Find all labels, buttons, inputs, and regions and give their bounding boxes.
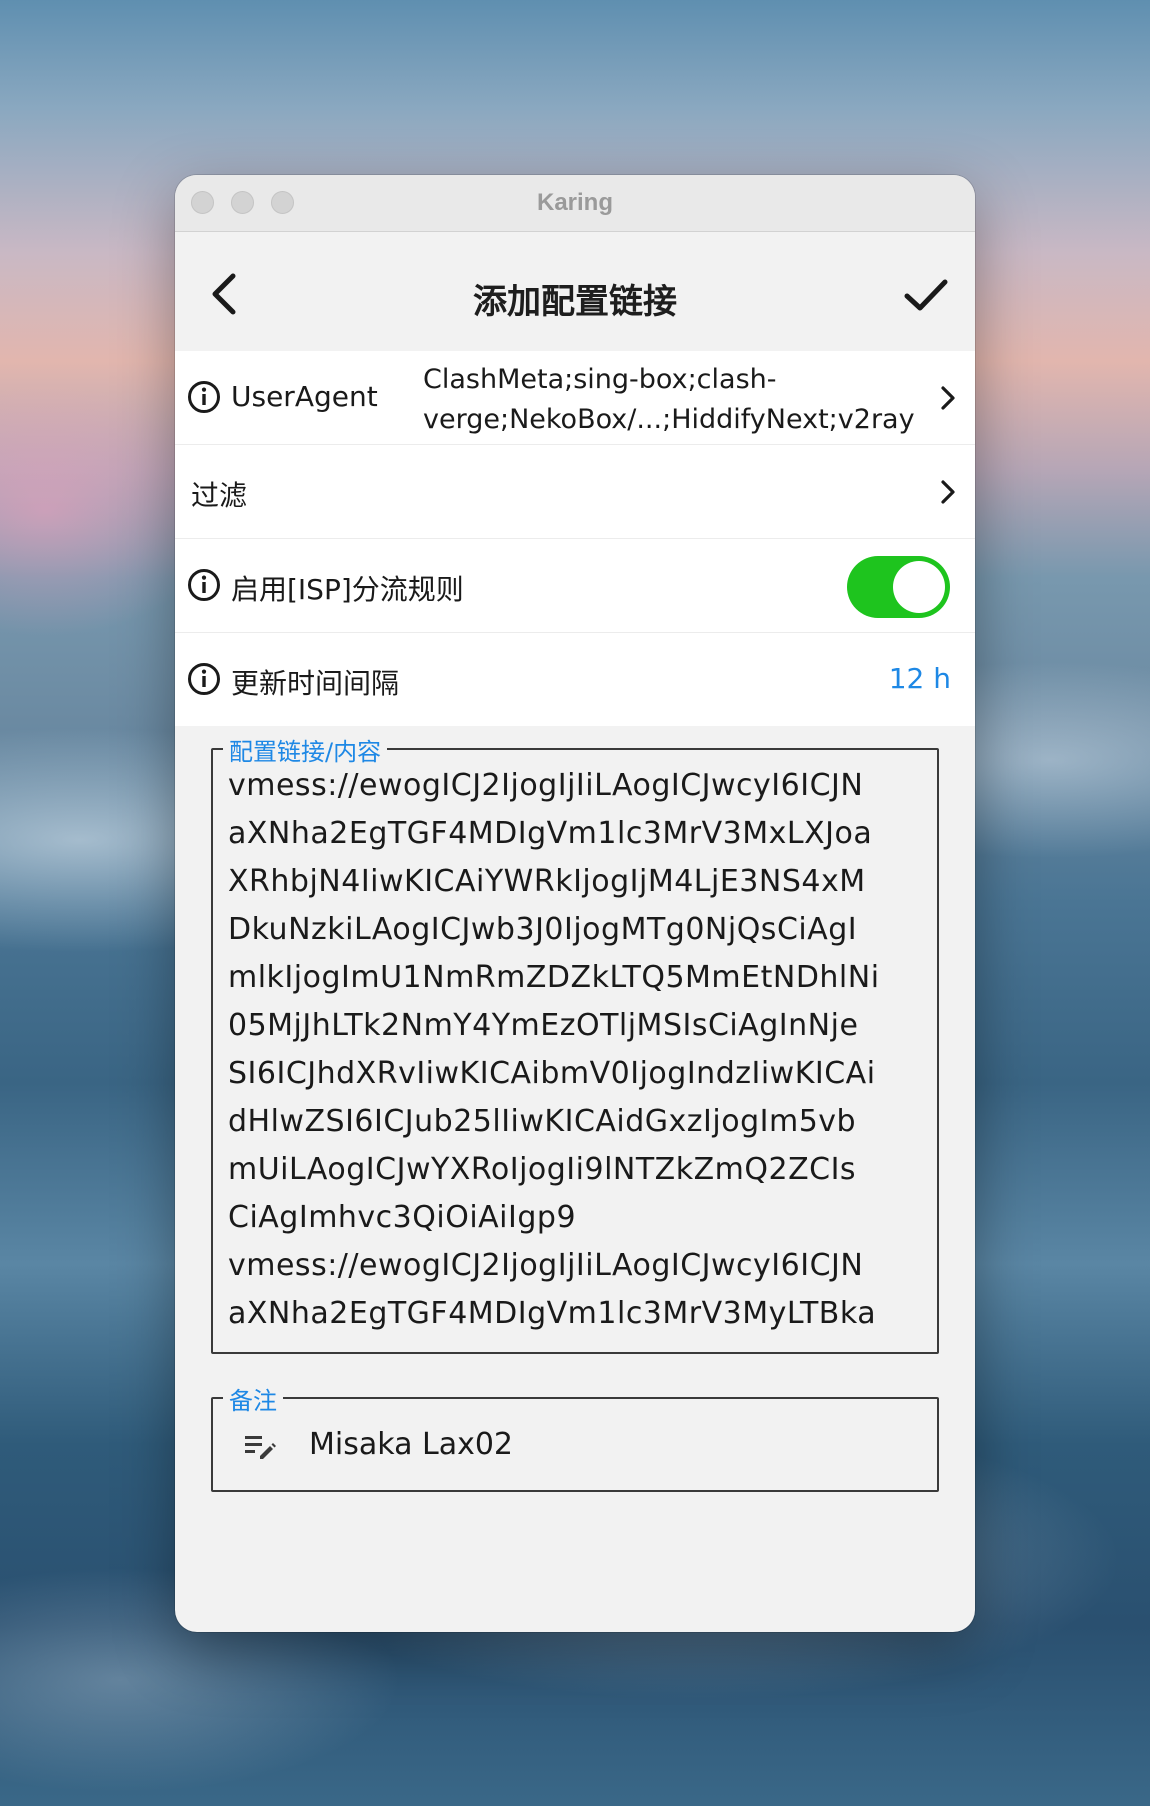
checkmark-icon xyxy=(904,279,948,311)
info-icon[interactable] xyxy=(187,662,221,696)
filter-label: 过滤 xyxy=(191,479,248,512)
update-interval-row[interactable]: 更新时间间隔 12 h xyxy=(175,633,975,726)
config-line: dHlwZSI6ICJub25lIiwKICAidGxzIjogIm5vb xyxy=(228,1104,857,1139)
toggle-knob xyxy=(893,561,945,613)
confirm-button[interactable] xyxy=(903,272,949,318)
edit-note-icon xyxy=(245,1436,276,1459)
note-legend: 备注 xyxy=(223,1381,283,1416)
update-interval-label: 更新时间间隔 xyxy=(231,667,400,700)
config-content-field[interactable]: 配置链接/内容 vmess://ewogICJ2IjogIjIiLAogICJw… xyxy=(211,732,939,1354)
config-line: DkuNzkiLAogICJwb3J0IjogMTg0NjQsCiAgI xyxy=(228,912,858,947)
window-titlebar: Karing xyxy=(175,175,975,232)
config-line: 05MjJhLTk2NmY4YmEzOTljMSIsCiAgInNje xyxy=(228,1008,859,1043)
isp-rules-toggle[interactable] xyxy=(847,556,950,618)
config-line: XRhbjN4IiwKICAiYWRkIjogIjM4LjE3NS4xM xyxy=(228,864,866,899)
note-field[interactable]: 备注 Misaka Lax02 xyxy=(211,1381,939,1492)
config-content-textarea[interactable]: vmess://ewogICJ2IjogIjIiLAogICJwcyI6ICJN… xyxy=(228,762,927,1338)
window-title: Karing xyxy=(536,189,613,216)
config-line: vmess://ewogICJ2IjogIjIiLAogICJwcyI6ICJN xyxy=(228,768,864,803)
config-line: aXNha2EgTGF4MDIgVm1lc3MrV3MxLXJoa xyxy=(228,816,873,851)
user-agent-label: UserAgent xyxy=(231,380,378,413)
user-agent-value-line2: verge;NekoBox/...;HiddifyNext;v2ray xyxy=(423,404,915,435)
config-line: mlkIjogImU1NmRmZDZkLTQ5MmEtNDhlNi xyxy=(228,960,880,995)
app-bar: 添加配置链接 xyxy=(175,232,975,351)
user-agent-row[interactable]: UserAgent ClashMeta;sing-box;clash- verg… xyxy=(175,351,975,445)
isp-rules-row: 启用[ISP]分流规则 xyxy=(175,539,975,633)
chevron-right-icon xyxy=(941,386,955,410)
update-interval-value[interactable]: 12 h xyxy=(889,662,951,695)
info-icon[interactable] xyxy=(187,380,221,414)
user-agent-value-line1: ClashMeta;sing-box;clash- xyxy=(423,364,777,395)
page-title: 添加配置链接 xyxy=(473,282,677,322)
user-agent-value: ClashMeta;sing-box;clash- verge;NekoBox/… xyxy=(423,360,923,440)
filter-row[interactable]: 过滤 xyxy=(175,445,975,539)
chevron-right-icon xyxy=(941,480,955,504)
app-window: Karing 添加配置链接 UserAgent ClashMeta;sing-b… xyxy=(175,175,975,1632)
config-line: aXNha2EgTGF4MDIgVm1lc3MrV3MyLTBka xyxy=(228,1296,877,1331)
isp-rules-label: 启用[ISP]分流规则 xyxy=(231,573,464,606)
note-input[interactable]: Misaka Lax02 xyxy=(309,1427,513,1462)
config-line: SI6ICJhdXRvIiwKICAibmV0IjogIndzIiwKICAi xyxy=(228,1056,876,1091)
config-line: vmess://ewogICJ2IjogIjIiLAogICJwcyI6ICJN xyxy=(228,1248,864,1283)
config-line: CiAgImhvc3QiOiAiIgp9 xyxy=(228,1200,577,1235)
config-line: mUiLAogICJwYXRoIjogIi9lNTZkZmQ2ZCIs xyxy=(228,1152,857,1187)
info-icon[interactable] xyxy=(187,568,221,602)
